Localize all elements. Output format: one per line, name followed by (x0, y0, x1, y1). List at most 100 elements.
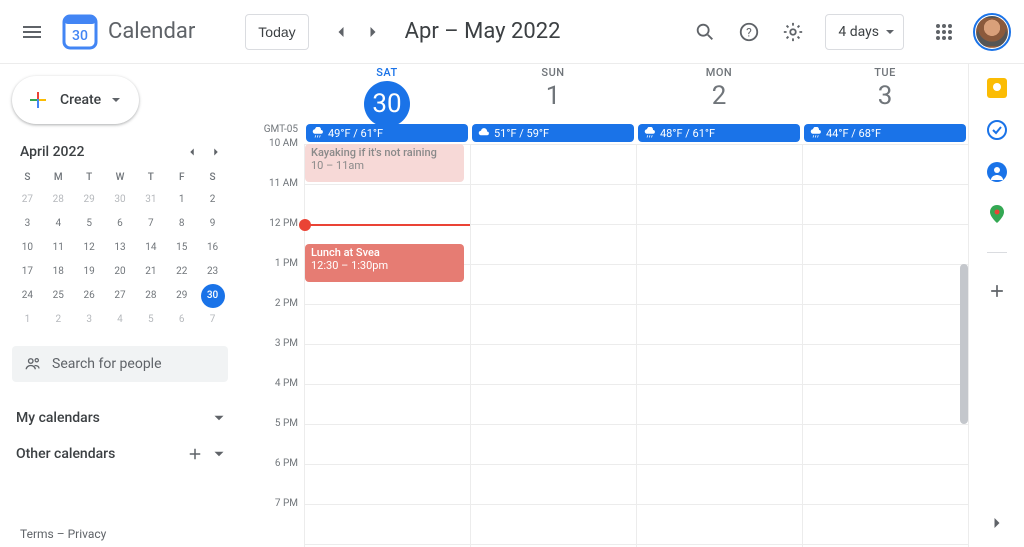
mini-day[interactable]: 29 (77, 188, 101, 212)
day-of-week: MON (636, 66, 802, 79)
mini-day[interactable]: 1 (15, 308, 39, 332)
mini-calendar-title: April 2022 (20, 144, 84, 160)
mini-day[interactable]: 2 (46, 308, 70, 332)
view-selector[interactable]: 4 days (825, 14, 904, 50)
day-column[interactable] (470, 144, 636, 547)
hour-label: 6 PM (248, 458, 304, 498)
mini-day[interactable]: 15 (170, 236, 194, 260)
mini-day[interactable]: 4 (108, 308, 132, 332)
mini-day[interactable]: 8 (170, 212, 194, 236)
maps-app-icon[interactable] (987, 204, 1007, 224)
mini-next-month[interactable] (204, 140, 228, 164)
mini-day[interactable]: 9 (201, 212, 225, 236)
mini-day[interactable]: 6 (170, 308, 194, 332)
mini-day[interactable]: 7 (139, 212, 163, 236)
sidepanel-divider (987, 252, 1007, 253)
other-calendars-toggle[interactable]: Other calendars (12, 436, 228, 472)
mini-day[interactable]: 17 (15, 260, 39, 284)
mini-day[interactable]: 5 (77, 212, 101, 236)
next-period-button[interactable] (357, 16, 389, 48)
settings-button[interactable] (773, 12, 813, 52)
mini-calendar[interactable]: SMTWTFS272829303112345678910111213141516… (12, 168, 228, 332)
account-avatar[interactable] (976, 16, 1008, 48)
my-calendars-toggle[interactable]: My calendars (12, 400, 228, 436)
keep-app-icon[interactable] (987, 78, 1007, 98)
hour-label: 2 PM (248, 298, 304, 338)
prev-period-button[interactable] (325, 16, 357, 48)
day-column[interactable] (802, 144, 968, 547)
mini-day[interactable]: 6 (108, 212, 132, 236)
mini-day[interactable]: 16 (201, 236, 225, 260)
day-header[interactable]: SAT30 (304, 64, 470, 124)
allday-cell[interactable]: 51°F / 59°F (470, 124, 636, 144)
calendar-event[interactable]: Lunch at Svea12:30 – 1:30pm (305, 244, 464, 282)
mini-day[interactable]: 11 (46, 236, 70, 260)
mini-day[interactable]: 14 (139, 236, 163, 260)
help-button[interactable]: ? (729, 12, 769, 52)
mini-day[interactable]: 1 (170, 188, 194, 212)
mini-day[interactable]: 20 (108, 260, 132, 284)
mini-dow: F (166, 168, 197, 188)
search-button[interactable] (685, 12, 725, 52)
weather-temp: 49°F / 61°F (328, 127, 383, 140)
mini-day[interactable]: 3 (77, 308, 101, 332)
terms-link[interactable]: Terms (20, 527, 54, 541)
day-column[interactable] (636, 144, 802, 547)
event-title: Kayaking if it's not raining (311, 146, 458, 159)
today-button[interactable]: Today (245, 14, 308, 50)
mini-day[interactable]: 2 (201, 188, 225, 212)
search-people-input[interactable]: Search for people (12, 346, 228, 382)
mini-day[interactable]: 31 (139, 188, 163, 212)
hour-label: 10 AM (248, 138, 304, 178)
allday-cell[interactable]: 44°F / 68°F (802, 124, 968, 144)
hour-label: 5 PM (248, 418, 304, 458)
main-menu-button[interactable] (8, 8, 56, 56)
mini-day[interactable]: 13 (108, 236, 132, 260)
caret-down-icon (111, 95, 121, 105)
mini-day[interactable]: 27 (108, 284, 132, 308)
hour-label: 1 PM (248, 258, 304, 298)
privacy-link[interactable]: Privacy (68, 527, 107, 541)
allday-cell[interactable]: 49°F / 61°F (304, 124, 470, 144)
mini-day[interactable]: 5 (139, 308, 163, 332)
weather-chip[interactable]: 44°F / 68°F (804, 124, 966, 142)
plus-icon[interactable] (186, 445, 204, 463)
mini-day[interactable]: 4 (46, 212, 70, 236)
mini-day[interactable]: 18 (46, 260, 70, 284)
mini-day[interactable]: 28 (139, 284, 163, 308)
mini-day[interactable]: 30 (108, 188, 132, 212)
mini-day[interactable]: 12 (77, 236, 101, 260)
mini-day[interactable]: 3 (15, 212, 39, 236)
collapse-sidepanel-button[interactable] (987, 513, 1007, 537)
app-logo[interactable]: 30 Calendar (60, 12, 195, 52)
calendar-event[interactable]: Kayaking if it's not raining10 – 11am (305, 144, 464, 182)
google-apps-button[interactable] (924, 12, 964, 52)
day-header[interactable]: TUE3 (802, 64, 968, 124)
mini-day[interactable]: 25 (46, 284, 70, 308)
tasks-app-icon[interactable] (987, 120, 1007, 140)
mini-day[interactable]: 27 (15, 188, 39, 212)
create-button[interactable]: Create (12, 76, 139, 124)
mini-prev-month[interactable] (180, 140, 204, 164)
mini-day[interactable]: 29 (170, 284, 194, 308)
weather-chip[interactable]: 48°F / 61°F (638, 124, 800, 142)
mini-day[interactable]: 22 (170, 260, 194, 284)
contacts-app-icon[interactable] (987, 162, 1007, 182)
mini-day[interactable]: 28 (46, 188, 70, 212)
weather-chip[interactable]: 49°F / 61°F (306, 124, 468, 142)
mini-day[interactable]: 23 (201, 260, 225, 284)
day-column[interactable]: Kayaking if it's not raining10 – 11am Lun… (304, 144, 470, 547)
day-header[interactable]: SUN1 (470, 64, 636, 124)
allday-cell[interactable]: 48°F / 61°F (636, 124, 802, 144)
day-header[interactable]: MON2 (636, 64, 802, 124)
mini-day[interactable]: 24 (15, 284, 39, 308)
mini-day[interactable]: 19 (77, 260, 101, 284)
mini-day[interactable]: 7 (201, 308, 225, 332)
mini-day[interactable]: 26 (77, 284, 101, 308)
mini-day[interactable]: 30 (201, 284, 225, 308)
mini-day[interactable]: 10 (15, 236, 39, 260)
get-addons-button[interactable] (987, 281, 1007, 301)
mini-day[interactable]: 21 (139, 260, 163, 284)
scrollbar-thumb[interactable] (960, 264, 968, 424)
weather-chip[interactable]: 51°F / 59°F (472, 124, 634, 142)
